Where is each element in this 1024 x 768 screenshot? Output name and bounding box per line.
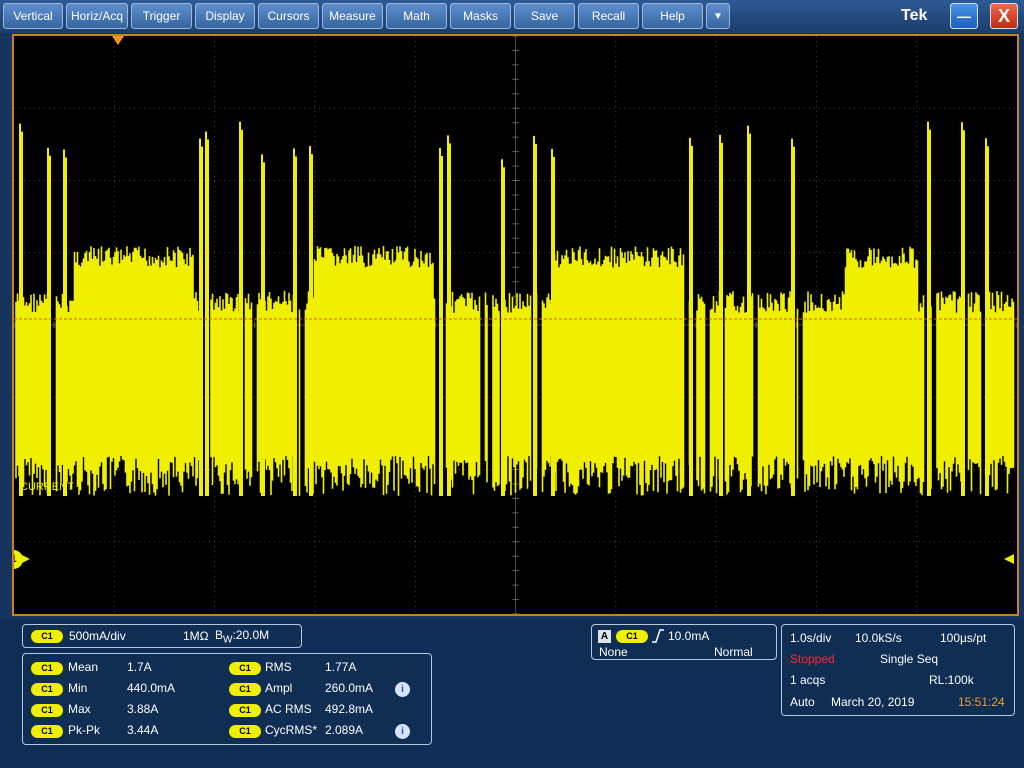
measurement-label: Max: [68, 702, 91, 716]
info-icon[interactable]: i: [395, 682, 410, 697]
acquisition-count: 1 acqs: [790, 673, 826, 687]
channel-chip: C1: [31, 630, 63, 643]
trigger-panel[interactable]: A C1 10.0mA None Normal: [591, 624, 777, 660]
close-icon: X: [997, 5, 1010, 26]
waveform-graticule: [14, 36, 1017, 614]
menu-vertical[interactable]: Vertical: [3, 3, 63, 29]
measurement-channel-chip: C1: [31, 683, 63, 696]
time-resolution: 100µs/pt: [940, 631, 987, 645]
trigger-position-marker[interactable]: [112, 36, 124, 45]
measurement-label: AC RMS: [265, 702, 312, 716]
record-length: RL:100k: [929, 673, 974, 687]
measurement-channel-chip: C1: [31, 704, 63, 717]
menu-recall[interactable]: Recall: [578, 3, 639, 29]
acquisition-state: Stopped: [790, 652, 835, 666]
menu-masks[interactable]: Masks: [450, 3, 511, 29]
top-menu-bar: Vertical Horiz/Acq Trigger Display Curso…: [0, 0, 1024, 33]
info-icon[interactable]: i: [395, 724, 410, 739]
measurement-channel-chip: C1: [31, 662, 63, 675]
trigger-level: 10.0mA: [668, 629, 710, 643]
waveform-display[interactable]: CURRENT 1: [12, 34, 1019, 616]
measurement-channel-chip: C1: [31, 725, 63, 738]
close-button[interactable]: X: [990, 3, 1018, 29]
vertical-settings-panel[interactable]: C1 500mA/div 1MΩ BW:20.0M: [22, 624, 302, 648]
menu-save[interactable]: Save: [514, 3, 575, 29]
waveform-trace: [15, 246, 1015, 496]
measurement-value: 492.8mA: [325, 702, 374, 716]
trigger-mode-badge: A: [598, 630, 611, 643]
menu-display[interactable]: Display: [195, 3, 255, 29]
bandwidth-prefix: B: [215, 628, 224, 642]
date: March 20, 2019: [831, 695, 915, 709]
bandwidth-limit: BW:20.0M: [215, 628, 269, 645]
bandwidth-value: :20.0M: [232, 628, 270, 642]
measurement-value: 1.7A: [127, 660, 152, 674]
menu-measure[interactable]: Measure: [322, 3, 383, 29]
measurement-value: 440.0mA: [127, 681, 176, 695]
measurement-channel-chip: C1: [229, 725, 261, 738]
measurements-panel[interactable]: C1 Mean 1.7A C1 RMS 1.77A C1 Min 440.0mA C1 Ampl 26…: [22, 653, 432, 745]
minimize-icon: —: [957, 8, 971, 24]
rising-edge-icon: [652, 629, 664, 643]
menu-trigger[interactable]: Trigger: [131, 3, 192, 29]
status-area: C1 500mA/div 1MΩ BW:20.0M C1 Mean 1.7A C1 RM…: [0, 618, 1024, 768]
trigger-coupling: None: [599, 645, 628, 659]
vertical-scale: 500mA/div: [69, 629, 126, 643]
menu-math[interactable]: Math: [386, 3, 447, 29]
time: 15:51:24: [958, 695, 1005, 709]
menu-help[interactable]: Help: [642, 3, 703, 29]
measurement-value: 2.089A: [325, 723, 364, 737]
brand-logo: Tek: [901, 7, 928, 24]
measurement-label: Mean: [68, 660, 99, 674]
trigger-sweep-mode: Normal: [714, 645, 753, 659]
trigger-level-arrow[interactable]: [1004, 554, 1014, 564]
sample-rate: 10.0kS/s: [855, 631, 902, 645]
input-impedance: 1MΩ: [183, 629, 209, 643]
measurement-label: CycRMS*: [265, 723, 318, 737]
channel-label: CURRENT: [20, 481, 74, 493]
measurement-value: 260.0mA: [325, 681, 374, 695]
acquisition-panel[interactable]: 1.0s/div 10.0kS/s 100µs/pt Stopped Singl…: [781, 624, 1015, 716]
trigger-mode: Auto: [790, 695, 815, 709]
minimize-button[interactable]: —: [950, 3, 978, 29]
measurement-channel-chip: C1: [229, 662, 261, 675]
measurement-label: RMS: [265, 660, 292, 674]
measurement-value: 3.88A: [127, 702, 159, 716]
measurement-label: Pk-Pk: [68, 723, 101, 737]
measurement-channel-chip: C1: [229, 683, 261, 696]
menu-dropdown-icon[interactable]: ▼: [706, 3, 730, 29]
measurement-channel-chip: C1: [229, 704, 261, 717]
trigger-source-chip: C1: [616, 630, 648, 643]
menu-cursors[interactable]: Cursors: [258, 3, 319, 29]
measurement-label: Ampl: [265, 681, 293, 695]
acquisition-sequence: Single Seq: [880, 652, 939, 666]
timebase: 1.0s/div: [790, 631, 832, 645]
measurement-label: Min: [68, 681, 88, 695]
measurement-value: 3.44A: [127, 723, 159, 737]
measurement-value: 1.77A: [325, 660, 357, 674]
menu-horiz-acq[interactable]: Horiz/Acq: [66, 3, 128, 29]
